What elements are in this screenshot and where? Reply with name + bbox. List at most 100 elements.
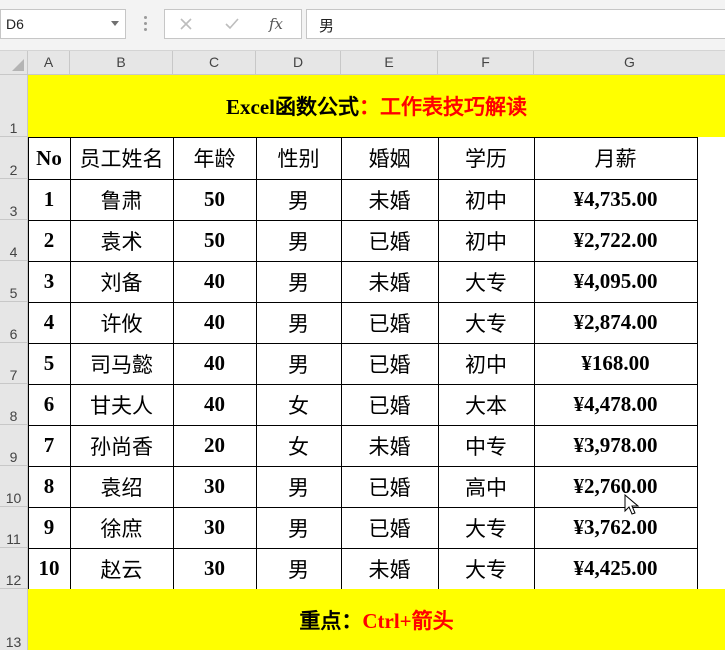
cell-marriage[interactable]: 已婚 bbox=[341, 384, 438, 425]
row-header-3[interactable]: 3 bbox=[0, 179, 28, 220]
cell-no[interactable]: 9 bbox=[28, 507, 70, 548]
row-header-4[interactable]: 4 bbox=[0, 220, 28, 261]
row-header-6[interactable]: 6 bbox=[0, 302, 28, 343]
cell-education[interactable]: 大本 bbox=[438, 384, 534, 425]
select-all-button[interactable] bbox=[0, 51, 28, 75]
cell-gender[interactable]: 男 bbox=[256, 261, 341, 302]
row-header-10[interactable]: 10 bbox=[0, 466, 28, 507]
cell-name[interactable]: 甘夫人 bbox=[70, 384, 173, 425]
cell-salary[interactable]: ¥4,478.00 bbox=[534, 384, 697, 425]
cell-marriage[interactable]: 已婚 bbox=[341, 220, 438, 261]
cell-no[interactable]: 10 bbox=[28, 548, 70, 589]
cell-marriage[interactable]: 未婚 bbox=[341, 425, 438, 466]
cell-marriage[interactable]: 已婚 bbox=[341, 302, 438, 343]
cell-education[interactable]: 大专 bbox=[438, 302, 534, 343]
cell-salary[interactable]: ¥2,760.00 bbox=[534, 466, 697, 507]
cell-age[interactable]: 40 bbox=[173, 302, 256, 343]
cell-education[interactable]: 高中 bbox=[438, 466, 534, 507]
cell-education[interactable]: 大专 bbox=[438, 507, 534, 548]
cell-gender[interactable]: 女 bbox=[256, 425, 341, 466]
cell-no[interactable]: 2 bbox=[28, 220, 70, 261]
row-header-5[interactable]: 5 bbox=[0, 261, 28, 302]
drag-handle-icon[interactable] bbox=[144, 16, 147, 34]
cell-gender[interactable]: 男 bbox=[256, 466, 341, 507]
column-header-a[interactable]: A bbox=[28, 51, 70, 75]
cell-name[interactable]: 徐庶 bbox=[70, 507, 173, 548]
column-header-f[interactable]: F bbox=[438, 51, 534, 75]
cell-education[interactable]: 初中 bbox=[438, 179, 534, 220]
table-header-no[interactable]: No bbox=[28, 137, 70, 179]
footer-banner[interactable]: 重点： Ctrl+箭头 bbox=[28, 589, 725, 650]
check-icon[interactable] bbox=[221, 13, 243, 35]
cell-age[interactable]: 40 bbox=[173, 384, 256, 425]
row-header-1[interactable]: 1 bbox=[0, 75, 28, 137]
cell-salary[interactable]: ¥2,874.00 bbox=[534, 302, 697, 343]
row-header-11[interactable]: 11 bbox=[0, 507, 28, 548]
table-header-marriage[interactable]: 婚姻 bbox=[341, 137, 438, 179]
cell-gender[interactable]: 男 bbox=[256, 179, 341, 220]
cell-no[interactable]: 8 bbox=[28, 466, 70, 507]
row-header-12[interactable]: 12 bbox=[0, 548, 28, 589]
cell-name[interactable]: 袁术 bbox=[70, 220, 173, 261]
cell-salary[interactable]: ¥3,762.00 bbox=[534, 507, 697, 548]
row-header-7[interactable]: 7 bbox=[0, 343, 28, 384]
table-header-age[interactable]: 年龄 bbox=[173, 137, 256, 179]
cell-name[interactable]: 袁绍 bbox=[70, 466, 173, 507]
cell-gender[interactable]: 男 bbox=[256, 507, 341, 548]
cell-gender[interactable]: 男 bbox=[256, 302, 341, 343]
cell-salary[interactable]: ¥4,425.00 bbox=[534, 548, 697, 589]
cell-marriage[interactable]: 未婚 bbox=[341, 261, 438, 302]
cell-name[interactable]: 司马懿 bbox=[70, 343, 173, 384]
cell-name[interactable]: 许攸 bbox=[70, 302, 173, 343]
cell-salary[interactable]: ¥3,978.00 bbox=[534, 425, 697, 466]
cell-marriage[interactable]: 未婚 bbox=[341, 179, 438, 220]
cell-marriage[interactable]: 已婚 bbox=[341, 507, 438, 548]
name-box[interactable]: D6 bbox=[0, 9, 126, 39]
cell-gender[interactable]: 男 bbox=[256, 548, 341, 589]
cell-age[interactable]: 30 bbox=[173, 548, 256, 589]
cell-no[interactable]: 5 bbox=[28, 343, 70, 384]
cell-no[interactable]: 1 bbox=[28, 179, 70, 220]
cell-salary[interactable]: ¥4,735.00 bbox=[534, 179, 697, 220]
cell-education[interactable]: 大专 bbox=[438, 548, 534, 589]
table-header-gender[interactable]: 性别 bbox=[256, 137, 341, 179]
cell-salary[interactable]: ¥4,095.00 bbox=[534, 261, 697, 302]
column-header-d[interactable]: D bbox=[256, 51, 341, 75]
cell-gender[interactable]: 女 bbox=[256, 384, 341, 425]
chevron-down-icon[interactable] bbox=[111, 21, 119, 26]
cell-education[interactable]: 大专 bbox=[438, 261, 534, 302]
cell-no[interactable]: 3 bbox=[28, 261, 70, 302]
column-header-b[interactable]: B bbox=[70, 51, 173, 75]
cell-no[interactable]: 6 bbox=[28, 384, 70, 425]
cell-gender[interactable]: 男 bbox=[256, 343, 341, 384]
row-header-13[interactable]: 13 bbox=[0, 589, 28, 650]
cell-education[interactable]: 中专 bbox=[438, 425, 534, 466]
cell-no[interactable]: 7 bbox=[28, 425, 70, 466]
cell-no[interactable]: 4 bbox=[28, 302, 70, 343]
cell-salary[interactable]: ¥168.00 bbox=[534, 343, 697, 384]
cell-age[interactable]: 50 bbox=[173, 220, 256, 261]
cell-marriage[interactable]: 已婚 bbox=[341, 343, 438, 384]
column-header-c[interactable]: C bbox=[173, 51, 256, 75]
insert-function-button[interactable]: fx bbox=[265, 13, 287, 35]
cell-age[interactable]: 40 bbox=[173, 343, 256, 384]
formula-input[interactable]: 男 bbox=[306, 9, 725, 39]
column-header-e[interactable]: E bbox=[341, 51, 438, 75]
cell-name[interactable]: 刘备 bbox=[70, 261, 173, 302]
cell-marriage[interactable]: 未婚 bbox=[341, 548, 438, 589]
column-header-g[interactable]: G bbox=[534, 51, 725, 75]
cell-age[interactable]: 30 bbox=[173, 466, 256, 507]
cell-gender[interactable]: 男 bbox=[256, 220, 341, 261]
cell-name[interactable]: 鲁肃 bbox=[70, 179, 173, 220]
cell-salary[interactable]: ¥2,722.00 bbox=[534, 220, 697, 261]
table-header-name[interactable]: 员工姓名 bbox=[70, 137, 173, 179]
row-header-9[interactable]: 9 bbox=[0, 425, 28, 466]
row-header-8[interactable]: 8 bbox=[0, 384, 28, 425]
title-banner[interactable]: Excel函数公式 ：工作表技巧解读 bbox=[28, 75, 725, 137]
table-header-salary[interactable]: 月薪 bbox=[534, 137, 697, 179]
cell-education[interactable]: 初中 bbox=[438, 220, 534, 261]
x-icon[interactable] bbox=[175, 13, 197, 35]
table-header-education[interactable]: 学历 bbox=[438, 137, 534, 179]
cell-age[interactable]: 20 bbox=[173, 425, 256, 466]
row-header-2[interactable]: 2 bbox=[0, 137, 28, 179]
